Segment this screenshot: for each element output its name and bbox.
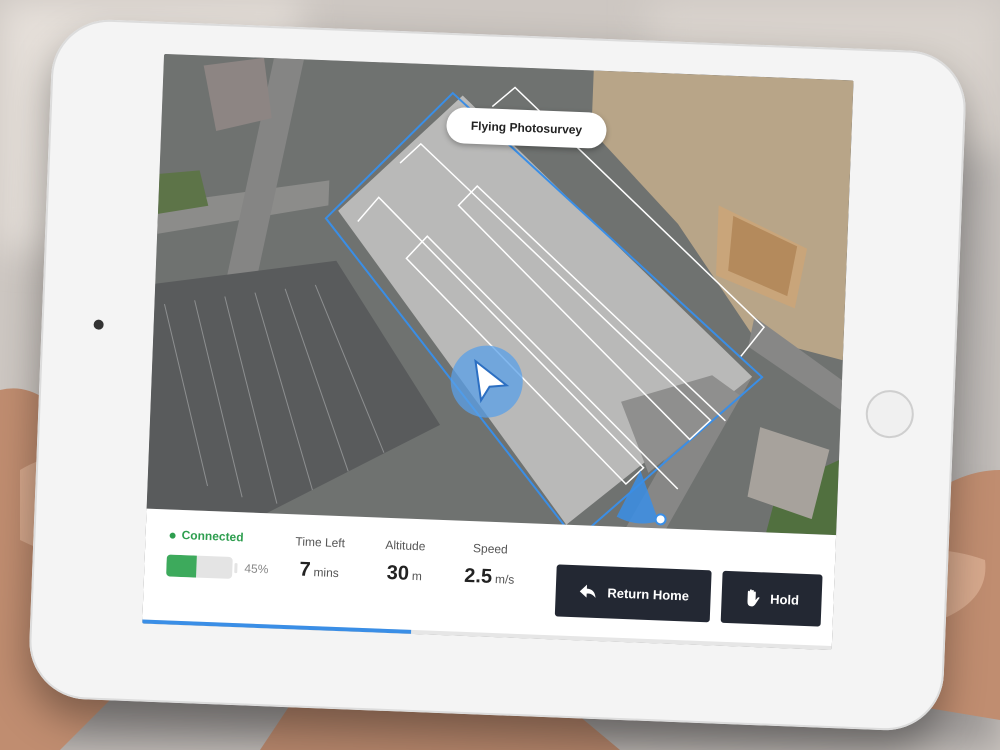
time-left-label: Time Left bbox=[295, 534, 346, 551]
altitude-label: Altitude bbox=[385, 537, 426, 554]
speed-unit: m/s bbox=[494, 572, 515, 587]
battery-cap bbox=[234, 563, 238, 574]
battery-percent: 45% bbox=[244, 561, 269, 577]
time-left-unit: mins bbox=[313, 565, 340, 581]
battery-level bbox=[166, 554, 197, 578]
speed-stat: Speed 2.5 m/s bbox=[464, 541, 516, 590]
hold-button[interactable]: Hold bbox=[720, 570, 823, 627]
status-dot-icon bbox=[169, 532, 176, 539]
altitude-unit: m bbox=[411, 568, 423, 584]
speed-value: 2.5 bbox=[463, 564, 493, 588]
tablet-device: Flying Photosurvey Connected 45% Time Le… bbox=[27, 17, 968, 733]
altitude-stat: Altitude 30 m bbox=[384, 538, 426, 587]
battery-indicator bbox=[166, 554, 233, 579]
time-left-stat: Time Left 7 mins bbox=[294, 534, 345, 583]
home-button[interactable] bbox=[864, 389, 915, 439]
mission-progress-track bbox=[142, 619, 832, 651]
front-camera bbox=[93, 319, 104, 330]
connection-label: Connected bbox=[181, 527, 244, 545]
return-home-icon bbox=[579, 584, 596, 598]
mission-progress-fill bbox=[142, 619, 412, 634]
return-home-button[interactable]: Return Home bbox=[554, 564, 712, 623]
flight-status-pill: Flying Photosurvey bbox=[445, 106, 608, 149]
time-left-value: 7 bbox=[299, 558, 311, 581]
return-home-label: Return Home bbox=[607, 584, 690, 604]
app-screen: Flying Photosurvey Connected 45% Time Le… bbox=[142, 53, 854, 651]
speed-label: Speed bbox=[472, 541, 508, 557]
hand-stop-icon bbox=[747, 589, 760, 607]
altitude-value: 30 bbox=[386, 561, 410, 585]
hold-label: Hold bbox=[769, 591, 800, 608]
connection-status: Connected bbox=[169, 527, 244, 545]
